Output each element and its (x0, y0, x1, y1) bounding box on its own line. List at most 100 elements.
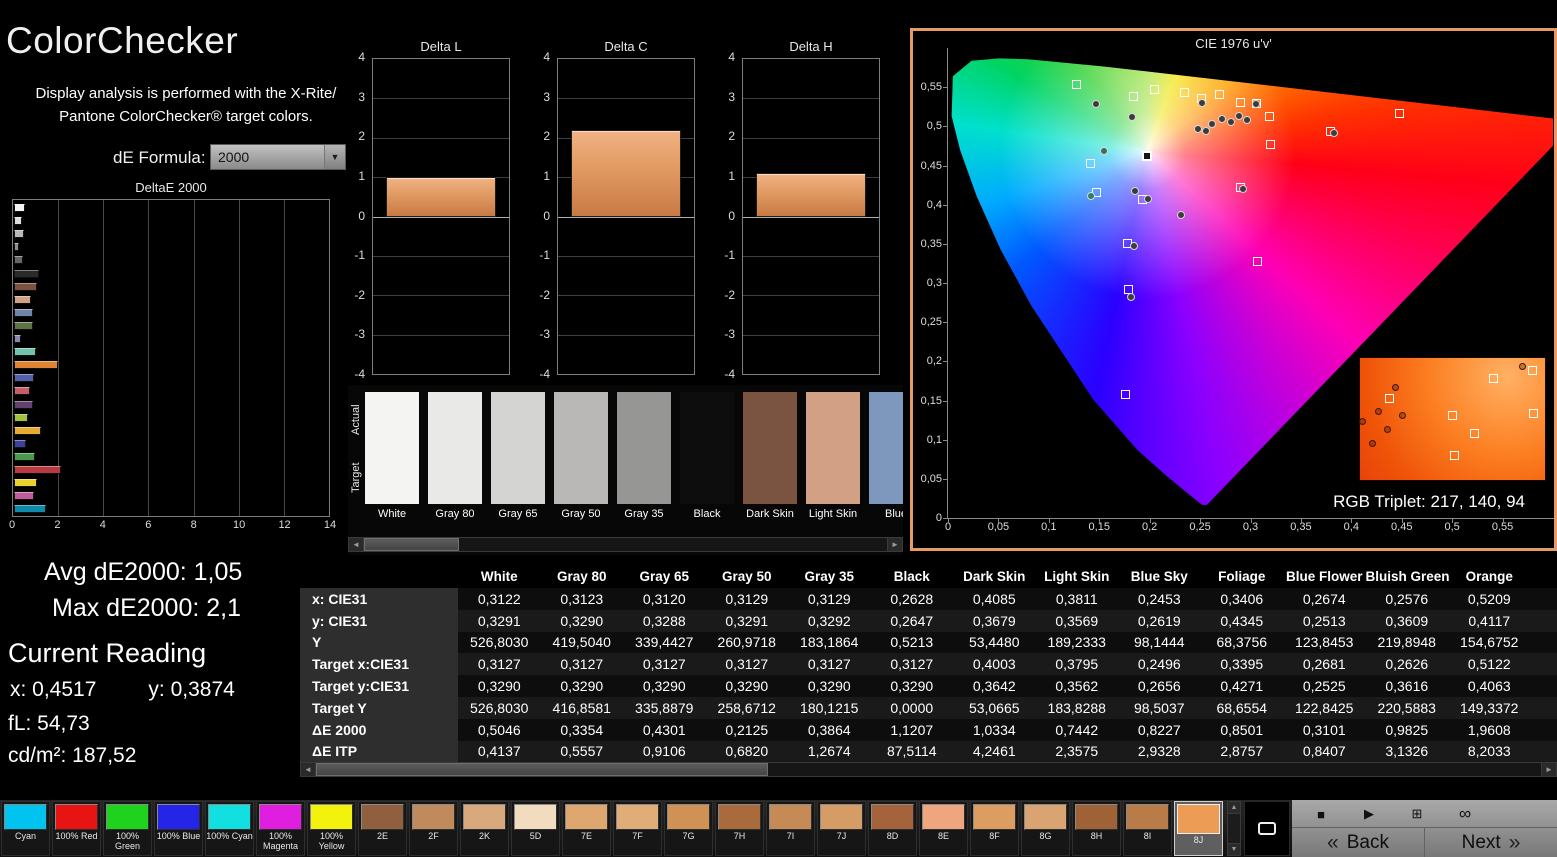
play-icon[interactable]: ▶ (1350, 803, 1388, 825)
deltae-bar-dark-skin (14, 282, 38, 291)
pattern-tile-100-yellow[interactable]: 100% Yellow (307, 801, 356, 856)
table-cell: 1,9608 (1467, 721, 1511, 738)
pattern-tile-100-magenta[interactable]: 100% Magenta (256, 801, 305, 856)
y-tick-mark (943, 400, 948, 402)
pattern-swatch (820, 804, 863, 830)
gridline (373, 216, 509, 218)
pattern-tile-100-green[interactable]: 100% Green (103, 801, 152, 856)
actual-swatch (680, 392, 734, 448)
pattern-tile-2f[interactable]: 2F (409, 801, 458, 856)
pattern-tile-5d[interactable]: 5D (511, 801, 560, 856)
next-label: Next (1461, 831, 1501, 853)
next-chevron-icon: » (1508, 830, 1521, 854)
table-cell: 122,8425 (1295, 699, 1354, 716)
table-cell: 0,3127 (725, 656, 769, 673)
table-row: Y 526,8030 419,5040 339,4427 260,9718 183,186… (300, 631, 1557, 654)
swatch-label: Black (693, 508, 721, 520)
deltae-bar-yellow-green (14, 413, 28, 422)
table-cell: 2,8757 (1220, 743, 1264, 760)
pattern-tile-8d[interactable]: 8D (868, 801, 917, 856)
stop-icon[interactable]: ■ (1302, 803, 1340, 825)
table-scrollbar[interactable]: ◄ ► (300, 762, 1557, 777)
y-tick-label: -4 (539, 367, 550, 381)
table-cell: 0,2619 (1137, 612, 1181, 629)
x-tick-label: 12 (278, 519, 291, 531)
pattern-tile-7g[interactable]: 7G (664, 801, 713, 856)
table-cell: 0,3616 (1385, 678, 1429, 695)
gridline (743, 216, 879, 218)
loop-icon[interactable]: ∞ (1446, 803, 1484, 825)
pattern-tile-8h[interactable]: 8H (1072, 801, 1121, 856)
scrollbar-thumb[interactable] (316, 763, 768, 776)
target-marker (1150, 85, 1160, 95)
swatch-strip-scrollbar[interactable]: ◄ ► (348, 537, 903, 552)
pattern-swatch (973, 804, 1016, 830)
pattern-swatch (463, 804, 506, 830)
pattern-tile-8e[interactable]: 8E (919, 801, 968, 856)
table-cell: 0,0000 (890, 699, 934, 716)
table-cell: 0,2681 (1302, 656, 1346, 673)
pattern-tile-8i[interactable]: 8I (1123, 801, 1172, 856)
table-cell: 0,3291 (725, 612, 769, 629)
pattern-tile-cyan[interactable]: Cyan (1, 801, 50, 856)
chevron-down-icon[interactable]: ▼ (324, 145, 345, 169)
pattern-swatch (412, 804, 455, 830)
pattern-tile-8g[interactable]: 8G (1021, 801, 1070, 856)
pattern-tile-7j[interactable]: 7J (817, 801, 866, 856)
pattern-tile-7f[interactable]: 7F (613, 801, 662, 856)
scroll-left-icon[interactable]: ◄ (301, 763, 316, 776)
table-cell: 0,3120 (642, 590, 686, 607)
table-header-row: White Gray 80 Gray 65 Gray 50 Gray 35 Black Da… (300, 565, 1557, 588)
pattern-label: 2F (428, 831, 439, 841)
swatch-label: White (377, 508, 407, 520)
scroll-right-icon[interactable]: ► (1541, 763, 1556, 776)
pattern-tile-100-red[interactable]: 100% Red (52, 801, 101, 856)
pattern-grid-icon[interactable]: ⊞ (1398, 803, 1436, 825)
measured-marker (1198, 98, 1207, 107)
pattern-tile-100-cyan[interactable]: 100% Cyan (205, 801, 254, 856)
table-cell: 0,3122 (477, 590, 521, 607)
de-formula-dropdown[interactable]: 2000 ▼ (210, 144, 346, 170)
pattern-window-button[interactable] (1244, 801, 1290, 856)
pattern-label: 8D (886, 831, 899, 841)
scroll-right-icon[interactable]: ► (887, 538, 902, 551)
table-cell: 0,3609 (1385, 612, 1429, 629)
pattern-tile-7h[interactable]: 7H (715, 801, 764, 856)
pattern-label: 8H (1090, 831, 1103, 841)
target-swatch (428, 448, 482, 504)
scroll-up-icon[interactable]: ▲ (1228, 802, 1240, 814)
table-cell: 0,8501 (1220, 721, 1264, 738)
x-tick-mark (998, 518, 1000, 523)
back-button[interactable]: « Back (1292, 828, 1424, 857)
table-cell: 0,9106 (642, 743, 686, 760)
deltae-bar-magenta (14, 492, 34, 501)
x-tick-mark (1351, 518, 1353, 523)
pattern-label: 2E (376, 831, 388, 841)
pattern-swatch (769, 804, 812, 830)
y-tick-label: 2 (358, 129, 365, 144)
y-tick-label: 0,2 (926, 355, 942, 368)
pattern-tile-8f[interactable]: 8F (970, 801, 1019, 856)
table-cell: 0,3354 (560, 721, 604, 738)
row-label: Target Y (300, 696, 458, 719)
pattern-swatch (310, 804, 353, 830)
pattern-tile-8j[interactable]: 8J (1174, 801, 1223, 856)
pattern-tile-100-blue[interactable]: 100% Blue (154, 801, 203, 856)
scroll-left-icon[interactable]: ◄ (349, 538, 364, 551)
scroll-down-icon[interactable]: ▼ (1228, 843, 1240, 855)
y-tick-label: 3 (728, 89, 735, 104)
scrollbar-thumb[interactable] (364, 538, 459, 551)
next-button[interactable]: Next » (1424, 828, 1557, 857)
pattern-tile-7i[interactable]: 7I (766, 801, 815, 856)
y-tick-label: 0 (358, 208, 365, 223)
table-cell: 0,3127 (890, 656, 934, 673)
pattern-tile-2k[interactable]: 2K (460, 801, 509, 856)
tiles-vertical-scrollbar[interactable]: ▲ ▼ (1227, 801, 1241, 856)
table-cell: 0,7442 (1055, 721, 1099, 738)
target-swatch (491, 448, 545, 504)
pattern-tile-7e[interactable]: 7E (562, 801, 611, 856)
table-cell: 0,2496 (1137, 656, 1181, 673)
pattern-tile-2e[interactable]: 2E (358, 801, 407, 856)
y-tick-mark (943, 478, 948, 480)
y-tick-label: 0,05 (920, 472, 942, 485)
